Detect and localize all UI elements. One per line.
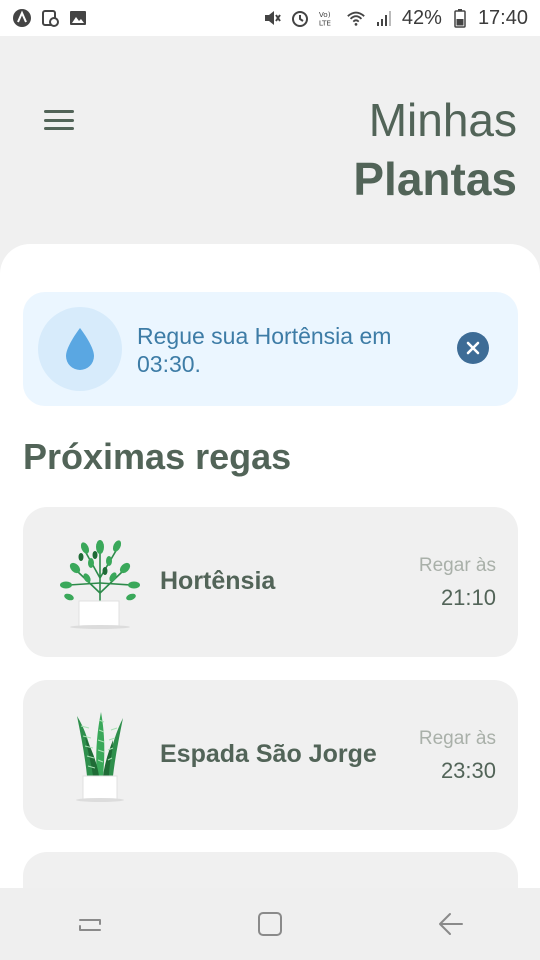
recent-apps-icon bbox=[79, 919, 101, 931]
plant-card-espada-sao-jorge[interactable]: Espada São Jorge Regar às 23:30 bbox=[23, 680, 518, 830]
mute-icon bbox=[262, 8, 282, 28]
home-icon bbox=[258, 912, 282, 936]
water-time: 21:10 bbox=[440, 585, 496, 610]
page-title-line1: Minhas bbox=[368, 94, 517, 146]
app-logo-icon bbox=[12, 8, 32, 28]
leafy-plant-icon bbox=[60, 540, 140, 629]
plant-card-hortensia[interactable]: Hortênsia Regar às 21:10 bbox=[23, 507, 518, 657]
water-label: Regar às bbox=[418, 728, 496, 749]
water-time: 23:30 bbox=[440, 758, 496, 783]
plant-name: Hortênsia bbox=[160, 567, 276, 595]
status-right-icons: Vo) LTE 42% 17:40 bbox=[262, 7, 528, 30]
app-header: Minhas Plantas bbox=[0, 36, 540, 266]
battery-icon bbox=[450, 8, 470, 28]
battery-percent: 42% bbox=[401, 6, 442, 29]
water-label: Regar às bbox=[418, 555, 496, 576]
hamburger-menu-icon[interactable] bbox=[42, 106, 76, 134]
page-title: Minhas Plantas bbox=[353, 92, 517, 210]
section-title: Próximas regas bbox=[23, 436, 292, 477]
close-alert-button[interactable] bbox=[457, 332, 489, 364]
svg-text:LTE: LTE bbox=[319, 18, 331, 27]
plant-name: Espada São Jorge bbox=[160, 740, 377, 768]
plant-card-partial[interactable] bbox=[23, 852, 518, 888]
back-button[interactable] bbox=[420, 894, 480, 954]
alert-message: Regue sua Hortênsia em 03:30. bbox=[137, 323, 392, 377]
water-drop-badge bbox=[38, 307, 122, 391]
recent-apps-button[interactable] bbox=[60, 894, 120, 954]
page-title-line2: Plantas bbox=[353, 153, 517, 205]
snake-plant-icon bbox=[76, 712, 124, 802]
status-left-icons bbox=[12, 8, 88, 28]
main-content: Regue sua Hortênsia em 03:30. Próximas r… bbox=[0, 244, 540, 888]
watering-alert: Regue sua Hortênsia em 03:30. bbox=[23, 292, 518, 406]
water-drop-icon bbox=[66, 328, 94, 370]
status-time: 17:40 bbox=[477, 6, 528, 29]
calendar-icon bbox=[40, 8, 60, 28]
wifi-icon bbox=[346, 8, 366, 28]
signal-icon bbox=[374, 8, 394, 28]
status-bar: Vo) LTE 42% 17:40 bbox=[0, 0, 540, 36]
home-button[interactable] bbox=[240, 894, 300, 954]
system-nav-bar bbox=[0, 888, 540, 960]
alarm-icon bbox=[290, 8, 310, 28]
volte-icon: Vo) LTE bbox=[318, 8, 338, 28]
back-arrow-icon bbox=[439, 913, 463, 935]
close-icon bbox=[466, 341, 480, 355]
image-icon bbox=[68, 8, 88, 28]
